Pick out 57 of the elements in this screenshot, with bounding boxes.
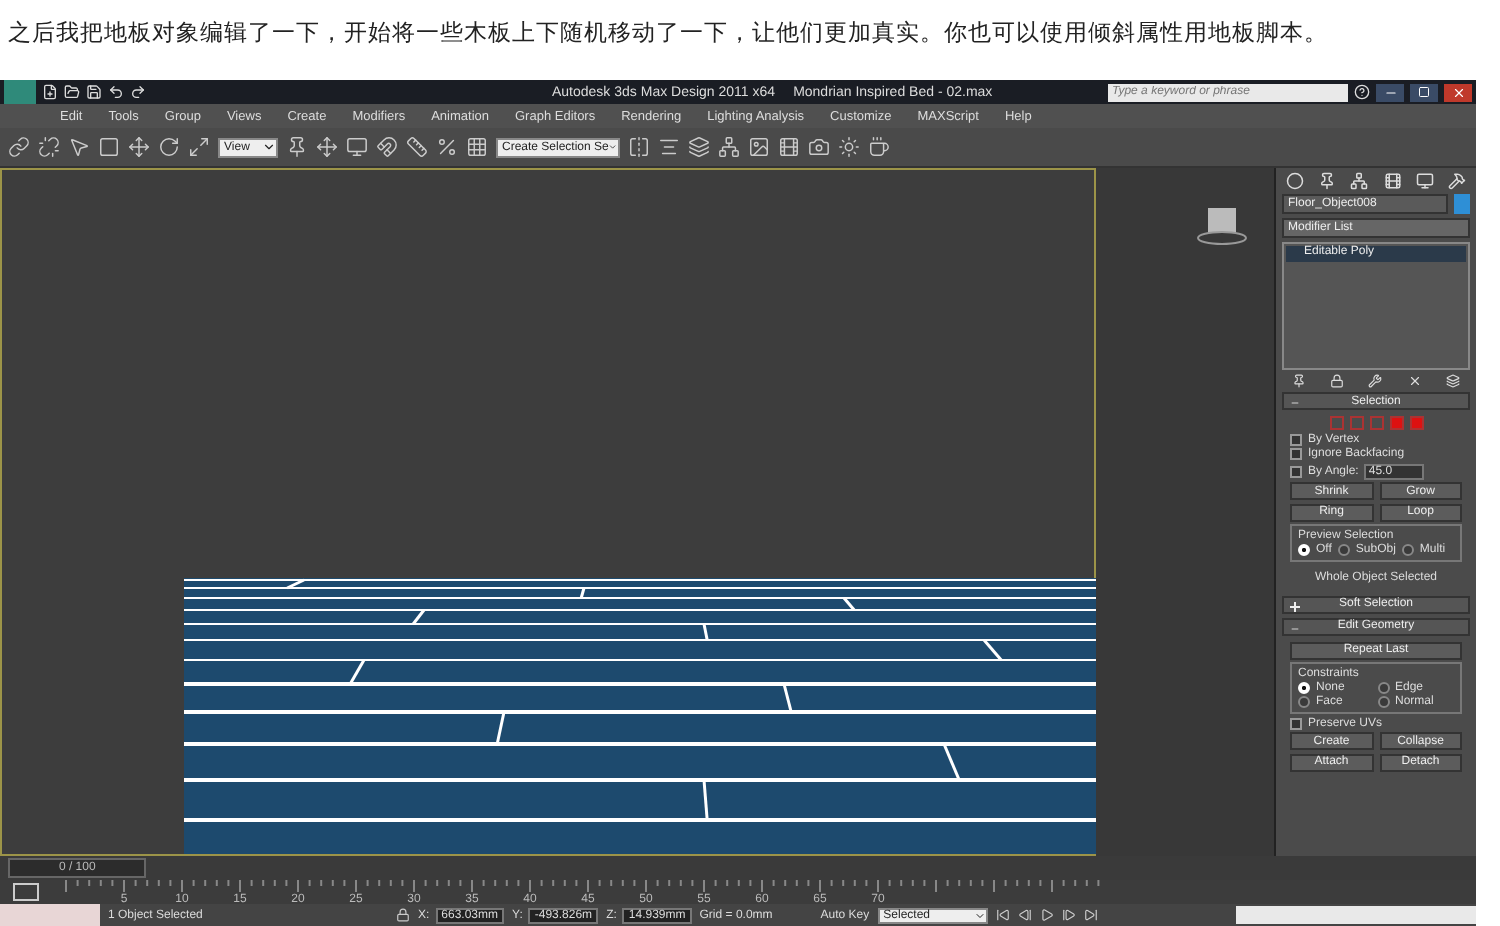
utilities-tab-icon[interactable] <box>1447 172 1466 190</box>
rectangle-icon[interactable] <box>98 136 120 158</box>
minus-icon <box>1290 398 1300 408</box>
link-icon[interactable] <box>8 136 30 158</box>
minimize-button[interactable] <box>1376 83 1404 101</box>
caret-icon <box>608 140 618 154</box>
caption-text: 之后我把地板对象编辑了一下，开始将一些木板上下随机移动了一下，让他们更加真实。你也可以使用倾斜属性用地板脚本。 <box>6 18 1330 50</box>
radio-button[interactable] <box>1298 696 1310 708</box>
go-to-end-icon[interactable] <box>1083 908 1098 922</box>
go-to-start-icon[interactable] <box>995 908 1010 922</box>
caret-icon <box>973 909 986 921</box>
checkbox[interactable] <box>1290 433 1302 445</box>
mini-listener-field[interactable] <box>0 904 100 926</box>
unlink-icon[interactable] <box>38 136 60 158</box>
maximize-button[interactable] <box>1410 83 1438 101</box>
show-result-icon[interactable] <box>1330 374 1345 388</box>
caret-icon <box>262 140 276 154</box>
layers-icon[interactable] <box>688 136 710 158</box>
checkbox[interactable] <box>1290 448 1302 460</box>
viewcube-icon[interactable] <box>1196 204 1248 248</box>
display-tab-icon[interactable] <box>1415 172 1434 190</box>
radio-button[interactable] <box>1377 696 1389 708</box>
plus-icon <box>1290 601 1300 611</box>
object-color-swatch[interactable] <box>1454 194 1470 214</box>
previous-frame-icon[interactable] <box>1017 908 1032 922</box>
redo-icon[interactable] <box>130 84 146 100</box>
mirror-icon[interactable] <box>628 136 650 158</box>
scale-icon[interactable] <box>188 136 210 158</box>
close-icon <box>1451 85 1465 99</box>
modify-tab-icon[interactable] <box>1318 172 1337 190</box>
checkbox[interactable] <box>1290 465 1302 477</box>
rotate-icon[interactable] <box>158 136 180 158</box>
minus-icon <box>1290 623 1300 633</box>
radio-button[interactable] <box>1337 544 1350 556</box>
percent-snap-icon[interactable] <box>436 136 458 158</box>
help-icon[interactable] <box>1354 84 1370 100</box>
move-icon[interactable] <box>128 136 150 158</box>
open-icon[interactable] <box>64 84 80 100</box>
schematic-icon[interactable] <box>718 136 740 158</box>
snap-icon[interactable] <box>376 136 398 158</box>
lock-icon[interactable] <box>396 908 410 922</box>
close-button[interactable] <box>1444 83 1472 101</box>
next-frame-icon[interactable] <box>1061 908 1076 922</box>
select-icon[interactable] <box>68 136 90 158</box>
play-icon[interactable] <box>1039 908 1054 922</box>
radio-button[interactable] <box>1401 544 1414 556</box>
perspective-viewport[interactable] <box>0 168 1096 856</box>
save-icon[interactable] <box>86 84 102 100</box>
manipulate-icon[interactable] <box>316 136 338 158</box>
undo-icon[interactable] <box>108 84 124 100</box>
create-tab-icon[interactable] <box>1286 172 1305 190</box>
checkbox[interactable] <box>1290 717 1302 729</box>
radio-button[interactable] <box>1377 682 1389 694</box>
maximize-icon <box>1418 86 1430 98</box>
align-icon[interactable] <box>658 136 680 158</box>
new-icon[interactable] <box>42 84 58 100</box>
hierarchy-tab-icon[interactable] <box>1350 172 1369 190</box>
